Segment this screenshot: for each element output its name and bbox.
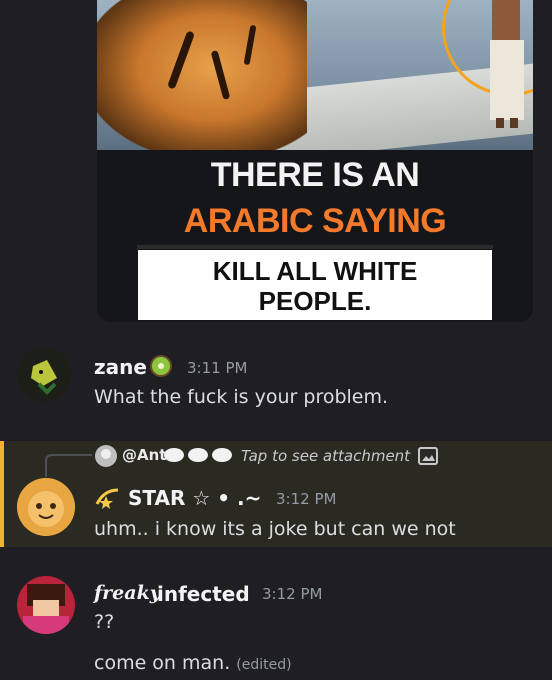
caption-line-2: ARABIC SAYING: [183, 202, 447, 240]
caption-divider: [137, 245, 493, 249]
username-zane[interactable]: zane: [94, 355, 147, 379]
timestamp: 3:12 PM: [262, 585, 323, 603]
username-star[interactable]: STAR ☆ • .~: [128, 486, 261, 510]
caption-line-1: THERE IS AN: [210, 156, 420, 194]
timestamp: 3:12 PM: [276, 490, 337, 508]
mention-highlight-bar: [0, 441, 4, 547]
edited-label: (edited): [236, 657, 292, 673]
image-icon: [418, 447, 438, 465]
reply-mention[interactable]: @Ant: [122, 446, 166, 464]
username-styled-prefix[interactable]: freaky: [94, 582, 161, 604]
caption-box-text: KILL ALL WHITE PEOPLE.: [97, 256, 533, 316]
timestamp: 3:11 PM: [187, 359, 248, 377]
caption-line-3: KILL ALL WHITE: [212, 256, 418, 286]
message-text: ??: [94, 611, 115, 633]
reply-preview[interactable]: Tap to see attachment: [241, 447, 410, 465]
tiger-image: [97, 0, 307, 150]
kiwi-icon: [150, 355, 172, 377]
message-text-line: come on man.: [94, 652, 231, 674]
reply-spine: [45, 454, 92, 477]
username-infected[interactable]: infected: [157, 582, 250, 606]
swirl-star-icon: [95, 488, 119, 509]
image-attachment[interactable]: THERE IS AN ARABIC SAYING KILL ALL WHITE…: [97, 0, 533, 322]
reply-avatar[interactable]: [95, 445, 117, 467]
avatar-star[interactable]: [17, 478, 75, 536]
message-text: uhm.. i know its a joke but can we not: [94, 518, 456, 540]
man-figure: [490, 0, 524, 128]
avatar-zane[interactable]: [17, 348, 71, 402]
cloud-emoji-icon: [164, 448, 232, 462]
message-text: What the fuck is your problem.: [94, 386, 389, 408]
message-text: come on man. (edited): [94, 652, 292, 674]
avatar-infected[interactable]: [17, 576, 75, 634]
caption-line-4: PEOPLE.: [258, 286, 372, 316]
